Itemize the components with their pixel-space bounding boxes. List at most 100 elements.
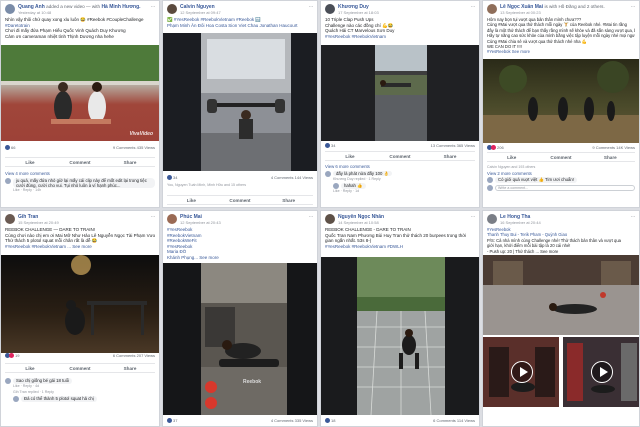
share-button[interactable]: Share xyxy=(586,153,635,161)
more-options-icon[interactable]: ··· xyxy=(631,214,636,220)
timestamp[interactable]: 14 September at 10:58 xyxy=(338,220,471,225)
timestamp[interactable]: 15 September at 20:49 xyxy=(18,220,151,225)
post-line[interactable]: #YesReebok #ReebokVietnam ... See more xyxy=(5,244,155,250)
comment-view-count[interactable]: 6 Comments 114 Views xyxy=(433,418,475,424)
video-frame xyxy=(65,255,147,335)
avatar[interactable] xyxy=(5,177,11,184)
post-action: is with Hồ Đăng and 2 others. xyxy=(544,4,605,9)
share-button[interactable]: Share xyxy=(105,364,155,372)
post-video[interactable] xyxy=(321,45,479,141)
comment-meta[interactable]: Like · Reply · 14h xyxy=(5,188,155,194)
post-video[interactable] xyxy=(163,33,317,171)
reaction-summary[interactable]: You, Nguyen Tuấn Minh, Minh Hữu and 15 o… xyxy=(167,183,313,189)
more-options-icon[interactable]: ··· xyxy=(471,4,476,10)
reaction-count[interactable]: 34 xyxy=(325,143,335,149)
avatar[interactable] xyxy=(167,4,177,14)
avatar[interactable] xyxy=(487,4,497,14)
comment-view-count[interactable]: 9 Comments 14K Views xyxy=(592,145,635,151)
post-stats: 19 6 Comments 207 Views xyxy=(1,353,159,359)
post-video[interactable] xyxy=(483,59,639,143)
avatar[interactable] xyxy=(167,214,177,224)
love-reaction-icon xyxy=(491,145,496,150)
post-line: - Push up: 20 | Thử thách ... See more xyxy=(487,248,559,254)
avatar[interactable] xyxy=(5,378,11,384)
more-options-icon[interactable]: ··· xyxy=(151,4,156,10)
comment-meta[interactable]: Like · Reply · 1d xyxy=(325,189,475,195)
reaction-count[interactable]: 37 xyxy=(167,418,177,424)
post-video[interactable] xyxy=(483,337,559,407)
play-icon[interactable] xyxy=(591,361,613,383)
comment-button[interactable]: Comment xyxy=(216,196,265,204)
post-header: Nguyễn Ngọc Nhân 14 September at 10:58 ·… xyxy=(321,211,479,227)
post-line[interactable]: Phạm Minh Ân Đôi Hoa Costa Sion Viet Cha… xyxy=(167,23,313,29)
comment-button[interactable]: Comment xyxy=(536,153,585,161)
avatar[interactable] xyxy=(487,214,497,224)
view-more-comments-link[interactable]: View 6 more comments xyxy=(325,164,475,170)
more-options-icon[interactable]: ··· xyxy=(309,4,314,10)
timestamp[interactable]: 13 September at 00:23 xyxy=(500,10,631,15)
comment-view-count[interactable]: 4 Comments 335 Views xyxy=(271,418,313,424)
reaction-count[interactable]: 206 xyxy=(487,145,504,151)
replies-link[interactable]: Gih Tran replied · 1 Reply xyxy=(5,390,155,396)
like-button[interactable]: Like xyxy=(5,364,55,372)
avatar[interactable] xyxy=(5,214,15,224)
avatar[interactable] xyxy=(487,177,493,183)
share-button[interactable]: Share xyxy=(264,196,313,204)
more-options-icon[interactable]: ··· xyxy=(309,214,314,220)
view-more-comments-link[interactable]: View 2 more comments xyxy=(487,171,635,177)
post-text: Nhìn vậy thôi chứ quay xong xỉu luôn 😂 #… xyxy=(1,17,159,39)
comment-view-count[interactable]: 6 Comments 207 Views xyxy=(113,353,155,359)
post-header: Quang Anh added a new video — with Hà Mi… xyxy=(1,1,159,17)
tagged-user[interactable]: Hà Minh Hương. xyxy=(101,4,140,10)
avatar[interactable] xyxy=(13,396,19,402)
post-video[interactable]: VivaVideo xyxy=(1,45,159,141)
play-icon[interactable] xyxy=(511,361,533,383)
avatar[interactable] xyxy=(325,4,335,14)
post-stats: 66 9 Comments 435 Views xyxy=(1,145,159,151)
comment-button[interactable]: Comment xyxy=(55,364,105,372)
like-button[interactable]: Like xyxy=(325,152,375,160)
post-card: Khương Duy 17 September at 18:03 ··· 10 … xyxy=(320,0,480,208)
comment-view-count[interactable]: 4 Comments 144 Views xyxy=(271,175,313,181)
timestamp[interactable]: 12 September at 09:47 xyxy=(180,10,309,15)
more-options-icon[interactable]: ··· xyxy=(151,214,156,220)
avatar[interactable] xyxy=(5,4,15,14)
timestamp[interactable]: 12 September at 20:43 xyxy=(180,220,309,225)
comment: Đá có thể thành 5 plotol squat hả chị xyxy=(5,396,155,402)
reaction-count[interactable]: 34 xyxy=(167,175,177,181)
post-card: Gih Tran 15 September at 20:49 ··· REEBO… xyxy=(0,210,160,427)
post-photo[interactable] xyxy=(483,255,639,335)
comment-view-count[interactable]: 9 Comments 435 Views xyxy=(113,145,155,151)
like-reaction-icon xyxy=(325,418,330,423)
avatar[interactable] xyxy=(325,214,335,224)
post-card: Quang Anh added a new video — with Hà Mi… xyxy=(0,0,160,208)
post-video[interactable] xyxy=(1,255,159,353)
reaction-count[interactable]: 66 xyxy=(5,145,15,151)
more-options-icon[interactable]: ··· xyxy=(631,4,636,10)
post-video[interactable] xyxy=(563,337,639,407)
timestamp[interactable]: Yesterday at 10:48 xyxy=(18,10,151,15)
reaction-count[interactable]: 19 xyxy=(5,353,19,359)
post-line[interactable]: #YesReebok #ReebokVietnam #DWLH xyxy=(325,244,475,250)
comment-input[interactable]: Write a comment... xyxy=(495,185,635,191)
replies-link[interactable]: Khương Duy replied · 1 Reply xyxy=(325,177,475,183)
timestamp[interactable]: 16 September at 20:44 xyxy=(500,220,631,225)
post-line[interactable]: Khánh Phụng... See more xyxy=(167,255,313,261)
post-line[interactable]: #YesReebok See more xyxy=(487,49,635,54)
share-button[interactable]: Share xyxy=(105,158,155,166)
avatar[interactable] xyxy=(325,170,331,177)
like-button[interactable]: Like xyxy=(5,158,55,166)
like-button[interactable]: Like xyxy=(167,196,216,204)
post-video[interactable] xyxy=(321,257,479,415)
post-video[interactable]: Reebok xyxy=(163,263,317,415)
comment-button[interactable]: Comment xyxy=(375,152,425,160)
comment-button[interactable]: Comment xyxy=(55,158,105,166)
reaction-count[interactable]: 18 xyxy=(325,418,335,424)
comment-view-count[interactable]: 13 Comments 365 Views xyxy=(431,143,475,149)
share-button[interactable]: Share xyxy=(425,152,475,160)
post-line[interactable]: #YesReebok #ReebokVietnam xyxy=(325,34,475,40)
more-options-icon[interactable]: ··· xyxy=(471,214,476,220)
timestamp[interactable]: 17 September at 18:03 xyxy=(338,10,471,15)
view-more-comments-link[interactable]: View 4 more comments xyxy=(5,171,155,177)
like-button[interactable]: Like xyxy=(487,153,536,161)
